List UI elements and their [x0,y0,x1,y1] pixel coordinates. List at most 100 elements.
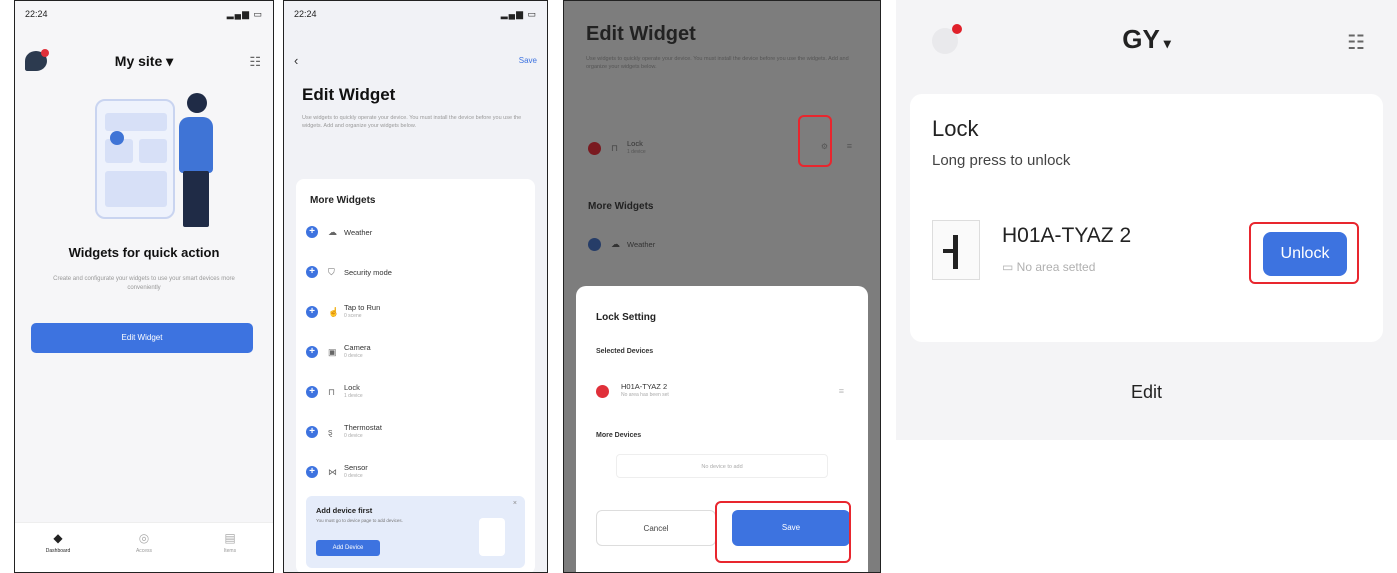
widget-label: Sensor [344,463,368,472]
signal-icon: ▂▄▆ ▭ [500,9,537,19]
add-icon[interactable] [588,237,601,251]
lock-widget-card: Lock Long press to unlock H01A-TYAZ 2 ▭ … [910,94,1383,342]
screen-lock-widget: GY ▾ ☷ Lock Long press to unlock H01A-TY… [896,0,1397,440]
banner-description: You must go to device page to add device… [316,518,403,523]
add-icon[interactable]: + [306,466,318,478]
device-name: H01A-TYAZ 2 [621,382,668,391]
widget-count: 1 device [627,149,646,155]
tab-items-label: Items [223,548,237,554]
device-area-text: No area setted [1016,260,1096,274]
dashboard-icon: ◆ [53,531,63,545]
highlight-unlock-box [1249,222,1359,284]
weather-icon: ☁ [328,226,337,237]
access-icon: ◎ [138,531,150,545]
add-icon[interactable]: + [306,386,318,398]
tab-access[interactable]: ◎ Access [119,531,169,572]
list-icon[interactable]: ☷ [1347,30,1365,55]
widget-label: Thermostat [344,423,382,432]
widget-row-thermostat[interactable]: + ȿ Thermostat 0 device [306,417,525,447]
widget-subtitle: Long press to unlock [932,152,1071,169]
page-description: Use widgets to quickly operate your devi… [586,56,849,70]
cancel-button[interactable]: Cancel [596,510,716,546]
widget-count: 1 device [344,393,363,399]
thermostat-icon: ȿ [328,427,333,437]
widgets-illustration [55,91,240,231]
signal-icon: ▂▄▆ ▭ [226,9,263,19]
camera-icon: ▣ [328,346,337,357]
more-widgets-card: More Widgets + ☁ Weather + ⛉ Security mode… [296,179,535,572]
items-icon: ▤ [224,531,236,545]
widget-count: 0 device [344,473,363,479]
remove-icon[interactable] [596,384,609,398]
screen-edit-widget: 22:24 ▂▄▆ ▭ ‹ Save Edit Widget Use widge… [283,0,548,573]
screen-lock-setting: Edit Widget Use widgets to quickly opera… [563,0,881,573]
tap-icon: ☝ [328,306,340,317]
drag-handle-icon[interactable]: ≡ [839,386,844,396]
lock-icon: ⊓ [328,386,336,397]
page-title: Edit Widget [586,23,696,45]
add-icon[interactable]: + [306,226,318,238]
edit-button[interactable]: Edit [896,382,1397,403]
site-title: My site [114,53,163,69]
chevron-down-icon: ▾ [1159,35,1171,51]
widget-label: Security mode [344,267,392,277]
add-device-button[interactable]: Add Device [316,540,380,556]
widget-title: Lock [932,116,979,141]
widget-row-weather[interactable]: + ☁ Weather [306,217,525,247]
header: My site ▾ ☷ [15,49,273,73]
tab-access-label: Access [135,548,153,554]
selected-devices-title: Selected Devices [596,348,654,355]
tab-items[interactable]: ▤ Items [205,531,255,572]
selected-device-row[interactable]: H01A-TYAZ 2 No area has been set ≡ [596,378,848,404]
widget-label: Lock [344,383,360,392]
home-selector[interactable]: GY ▾ [896,24,1397,55]
highlight-save-box [715,501,851,563]
back-icon[interactable]: ‹ [294,53,298,68]
more-devices-title: More Devices [596,432,642,439]
widget-row-sensor[interactable]: + ⋈ Sensor 0 device [306,457,525,487]
close-icon[interactable]: × [513,500,517,507]
lock-icon: ⊓ [611,142,619,153]
widget-row-security[interactable]: + ⛉ Security mode [306,257,525,287]
no-device-placeholder: No device to add [616,454,828,478]
section-title: More Widgets [310,195,376,206]
device-name: H01A-TYAZ 2 [1002,224,1132,247]
add-icon[interactable]: + [306,266,318,278]
add-icon[interactable]: + [306,426,318,438]
add-icon[interactable]: + [306,306,318,318]
widget-label: Camera [344,343,371,352]
add-icon[interactable]: + [306,346,318,358]
widget-row-tap-to-run[interactable]: + ☝ Tap to Run 0 scene [306,297,525,327]
widget-row-camera[interactable]: + ▣ Camera 0 device [306,337,525,367]
status-bar: 22:24 ▂▄▆ ▭ [294,9,537,20]
remove-icon[interactable] [588,141,601,155]
page-heading: Widgets for quick action [68,245,220,260]
banner-title: Add device first [316,506,373,515]
site-selector[interactable]: My site ▾ [15,53,273,70]
widget-label: Weather [627,239,656,249]
edit-widget-button[interactable]: Edit Widget [31,323,253,353]
page-title: Edit Widget [302,85,396,104]
widget-row-weather[interactable]: ☁ Weather [588,229,856,259]
widget-row-lock[interactable]: + ⊓ Lock 1 device [306,377,525,407]
person-illustration [173,91,223,229]
widget-count: 0 device [344,433,363,439]
home-title: GY [1122,24,1160,54]
device-illustration [479,518,505,556]
list-icon[interactable]: ☷ [249,54,261,70]
page-subtitle: Create and configurate your widgets to u… [53,276,235,291]
widget-count: 0 scene [344,313,362,319]
screen-widgets-intro: 22:24 ▂▄▆ ▭ My site ▾ ☷ Widgets for quic… [14,0,274,573]
tab-dashboard[interactable]: ◆ Dashboard [33,531,83,572]
page-description: Use widgets to quickly operate your devi… [302,115,522,129]
tab-dashboard-label: Dashboard [45,548,71,554]
chevron-down-icon: ▾ [162,53,174,69]
widget-label: Lock [627,139,643,148]
save-button[interactable]: Save [519,56,537,65]
sheet-title: Lock Setting [596,312,657,323]
drag-handle-icon[interactable]: ≡ [847,141,852,151]
device-area: ▭ No area setted [1002,260,1095,274]
device-area: No area has been set [621,392,669,398]
highlight-settings-box [798,115,832,167]
widget-label: Tap to Run [344,303,381,312]
